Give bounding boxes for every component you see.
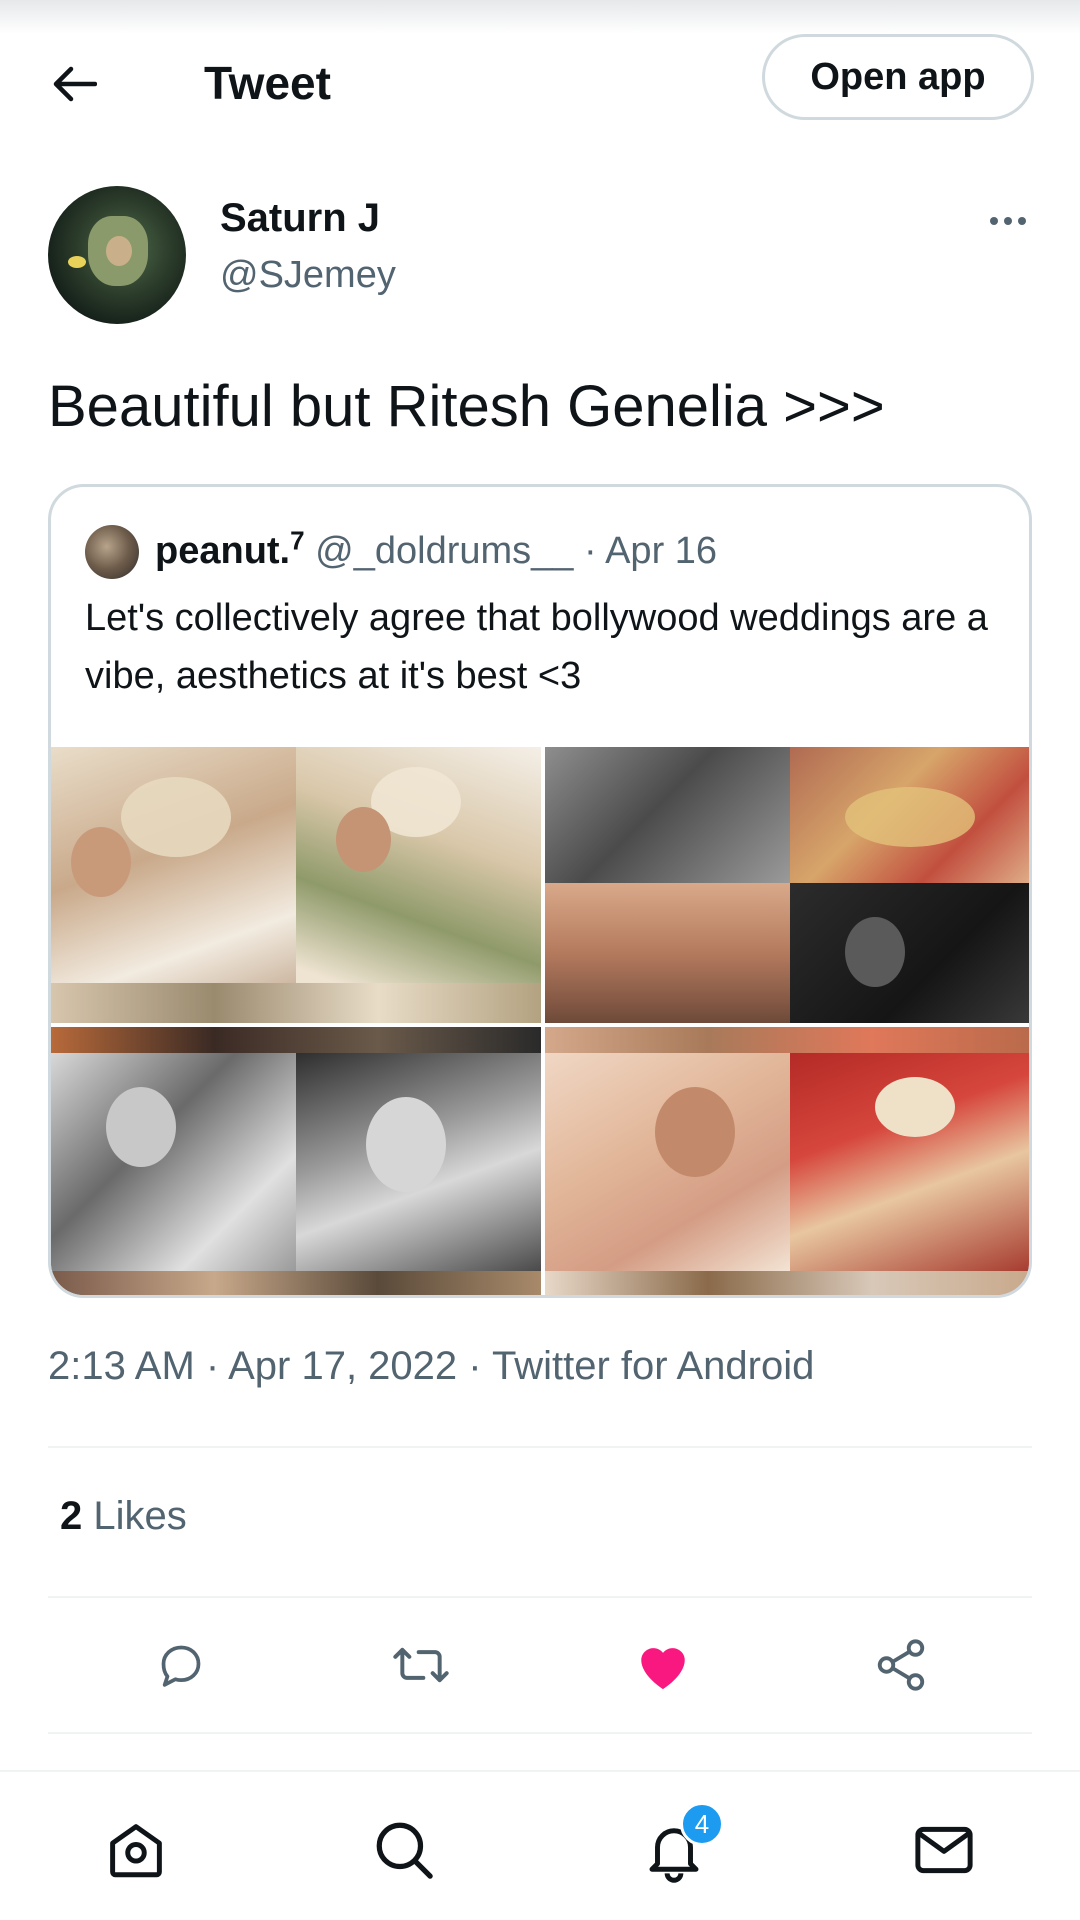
quoted-tweet-card[interactable]: peanut.7 @_doldrums__ · Apr 16 Let's col… [48,484,1032,1298]
author-name[interactable]: Saturn J [220,196,380,241]
media-image-1[interactable] [51,747,541,1023]
open-app-button[interactable]: Open app [762,34,1034,120]
back-button[interactable] [44,54,104,114]
quoted-tweet-meta: @_doldrums__ · Apr 16 [304,530,718,572]
tweet-page: Tweet Open app Saturn J @SJemey Beautifu… [0,0,1080,1920]
likes-number: 2 [60,1494,83,1538]
author-avatar[interactable] [48,186,186,324]
quoted-tweet-header: peanut.7 @_doldrums__ · Apr 16 [155,523,717,579]
more-options-button[interactable] [980,206,1036,236]
quoted-tweet-text: Let's collectively agree that bollywood … [85,597,988,697]
more-dot-icon [1018,217,1026,225]
tweet-timestamp[interactable]: 2:13 AM · Apr 17, 2022 · Twitter for And… [48,1344,814,1389]
notification-badge: 4 [680,1802,724,1846]
tweet-actions [48,1620,1032,1710]
nav-home[interactable] [86,1800,186,1900]
top-app-bar: Tweet Open app [0,34,1080,144]
likes-label: Likes [82,1494,187,1538]
like-button[interactable] [618,1620,708,1710]
page-title: Tweet [204,57,331,109]
home-icon [110,1824,162,1878]
media-image-4[interactable] [545,1027,1029,1295]
reply-icon [161,1645,201,1687]
share-icon [877,1639,925,1691]
nav-messages[interactable] [894,1800,994,1900]
nav-search[interactable] [354,1800,454,1900]
author-handle[interactable]: @SJemey [220,254,396,297]
more-dot-icon [1004,217,1012,225]
quoted-author-avatar [85,525,139,579]
share-button[interactable] [856,1620,946,1710]
like-icon [641,1648,685,1690]
media-grid [51,747,1029,1295]
nav-notifications[interactable]: 4 [624,1800,724,1900]
more-dot-icon [990,217,998,225]
bottom-navigation: 4 [0,1770,1080,1920]
divider [48,1732,1032,1734]
status-bar-shadow [0,0,1080,34]
media-image-2[interactable] [545,747,1029,1023]
search-icon [376,1822,433,1879]
quoted-author-superscript: 7 [290,525,305,556]
retweet-icon [393,1647,449,1683]
media-image-3[interactable] [51,1027,541,1295]
likes-count[interactable]: 2 Likes [60,1494,187,1539]
reply-button[interactable] [136,1620,226,1710]
arrow-left-icon [53,66,97,102]
tweet-text: Beautiful but Ritesh Genelia >>> [48,374,885,439]
divider [48,1596,1032,1598]
divider [48,1446,1032,1448]
retweet-button[interactable] [376,1620,466,1710]
quoted-author-name: peanut. [155,530,291,572]
messages-icon [915,1826,973,1874]
